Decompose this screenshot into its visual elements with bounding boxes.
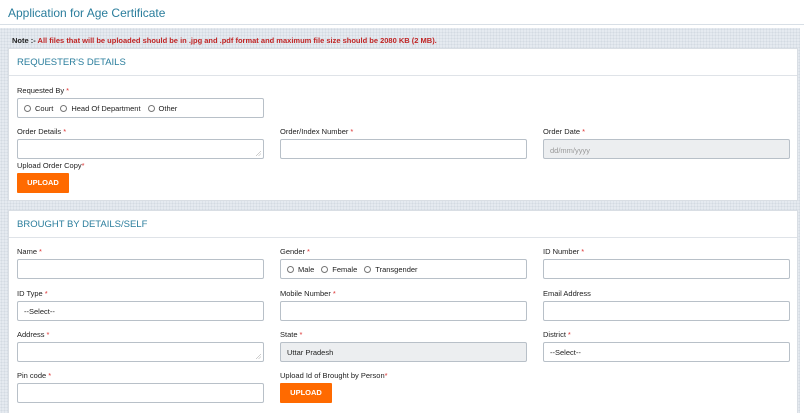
address-label: Address * [17,330,50,339]
note-text: All files that will be uploaded should b… [35,36,437,45]
note-prefix: Note :- [12,36,36,45]
requested-by-other-radio[interactable]: Other [147,104,177,113]
name-label: Name * [17,247,42,256]
id-type-selected-value: --Select-- [24,307,55,316]
email-address-input[interactable] [543,301,790,321]
radio-circle-icon [24,104,31,112]
district-select[interactable]: --Select-- [543,342,790,362]
mobile-number-input[interactable] [280,301,527,321]
gender-label: Gender * [280,247,310,256]
requested-by-radio-group: Court Head Of Department Other [17,98,264,118]
upload-id-label: Upload Id of Brought by Person* [280,371,388,380]
radio-circle-icon [287,265,294,273]
upload-order-copy-label: Upload Order Copy* [17,161,85,170]
brought-by-panel: BROUGHT BY DETAILS/SELF Name * Gender * Ma… [8,210,798,413]
order-date-input[interactable]: dd/mm/yyyy [543,139,790,159]
state-value: Uttar Pradesh [287,348,334,357]
order-details-textarea[interactable] [17,139,264,159]
order-index-label: Order/Index Number * [280,127,354,136]
radio-circle-icon [147,104,155,112]
requester-details-panel: REQUESTER'S DETAILS Requested By * Court … [8,48,798,201]
resize-grip-icon[interactable] [256,151,261,156]
upload-order-copy-button[interactable]: UPLOAD [17,173,69,193]
gender-male-radio[interactable]: Male [287,265,314,274]
email-address-label: Email Address [543,289,591,298]
requester-details-header: REQUESTER'S DETAILS [9,49,797,76]
order-index-input[interactable] [280,139,527,159]
district-label: District * [543,330,571,339]
page-title: Application for Age Certificate [8,6,166,20]
address-textarea[interactable] [17,342,264,362]
mobile-number-label: Mobile Number * [280,289,336,298]
upload-id-button[interactable]: UPLOAD [280,383,332,403]
radio-circle-icon [321,265,329,273]
resize-grip-icon[interactable] [256,354,261,359]
id-type-label: ID Type * [17,289,48,298]
radio-circle-icon [364,265,372,273]
pincode-input[interactable] [17,383,264,403]
order-date-label: Order Date * [543,127,586,136]
brought-by-title: BROUGHT BY DETAILS/SELF [17,219,148,230]
gender-female-radio[interactable]: Female [321,265,357,274]
id-type-select[interactable]: --Select-- [17,301,264,321]
upload-note: Note :- All files that will be uploaded … [12,36,437,45]
order-details-label: Order Details * [17,127,67,136]
radio-circle-icon [60,104,68,112]
requested-by-court-radio[interactable]: Court [24,104,53,113]
order-date-placeholder: dd/mm/yyyy [550,146,591,155]
id-number-label: ID Number * [543,247,585,256]
requester-details-title: REQUESTER'S DETAILS [17,57,126,68]
gender-transgender-radio[interactable]: Transgender [364,265,418,274]
pincode-label: Pin code * [17,371,52,380]
state-input[interactable]: Uttar Pradesh [280,342,527,362]
district-selected-value: --Select-- [550,348,581,357]
name-input[interactable] [17,259,264,279]
requested-by-label: Requested By * [17,86,70,95]
gender-radio-group: Male Female Transgender [280,259,527,279]
state-label: State * [280,330,303,339]
id-number-input[interactable] [543,259,790,279]
title-divider [0,24,804,25]
brought-by-header: BROUGHT BY DETAILS/SELF [9,211,797,238]
requested-by-hod-radio[interactable]: Head Of Department [60,104,141,113]
